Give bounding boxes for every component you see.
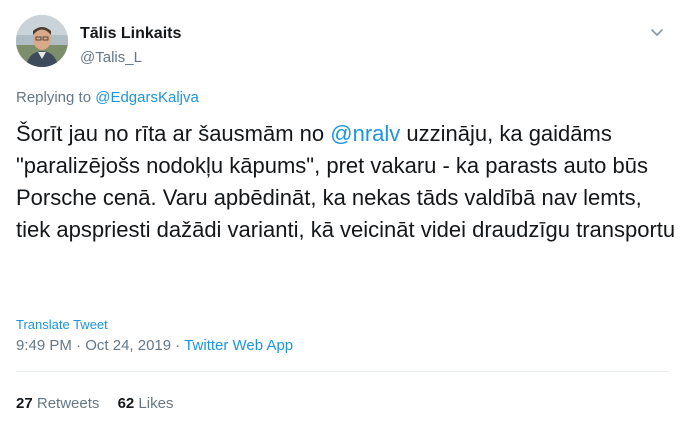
tweet-text-part1: Šorīt jau no rīta ar šausmām no — [16, 121, 331, 146]
retweets-count: 27 — [16, 395, 33, 412]
replying-to: Replying to @EdgarsKaljva — [16, 88, 199, 108]
likes-stat[interactable]: 62 Likes — [118, 395, 174, 412]
reply-target-link[interactable]: @EdgarsKaljva — [95, 89, 199, 106]
tweet-meta: 9:49 PM · Oct 24, 2019 · Twitter Web App — [16, 336, 293, 356]
chevron-down-icon[interactable] — [647, 22, 667, 42]
retweets-label: Retweets — [36, 395, 100, 412]
replying-to-label: Replying to — [16, 89, 96, 106]
retweets-stat[interactable]: 27 Retweets — [16, 395, 99, 412]
tweet-stats: 27 Retweets 62 Likes — [16, 394, 187, 414]
tweet-date[interactable]: Oct 24, 2019 — [85, 337, 171, 354]
meta-separator: · — [171, 337, 185, 354]
divider — [16, 371, 669, 372]
tweet-card: Tālis Linkaits @Talis_L Replying to @Edg… — [0, 0, 685, 431]
avatar[interactable] — [16, 15, 68, 67]
translate-tweet-link[interactable]: Translate Tweet — [16, 317, 108, 333]
likes-label: Likes — [138, 395, 174, 412]
likes-count: 62 — [117, 395, 135, 412]
tweet-time[interactable]: 9:49 PM — [16, 337, 72, 354]
avatar-photo — [16, 15, 68, 67]
tweet-text: Šorīt jau no rīta ar šausmām no @nralv u… — [16, 118, 676, 246]
meta-separator: · — [71, 337, 86, 354]
mention-link[interactable]: @nralv — [330, 121, 400, 146]
author-handle[interactable]: @Talis_L — [80, 48, 142, 68]
tweet-source-link[interactable]: Twitter Web App — [184, 337, 293, 354]
author-name[interactable]: Tālis Linkaits — [80, 24, 181, 44]
